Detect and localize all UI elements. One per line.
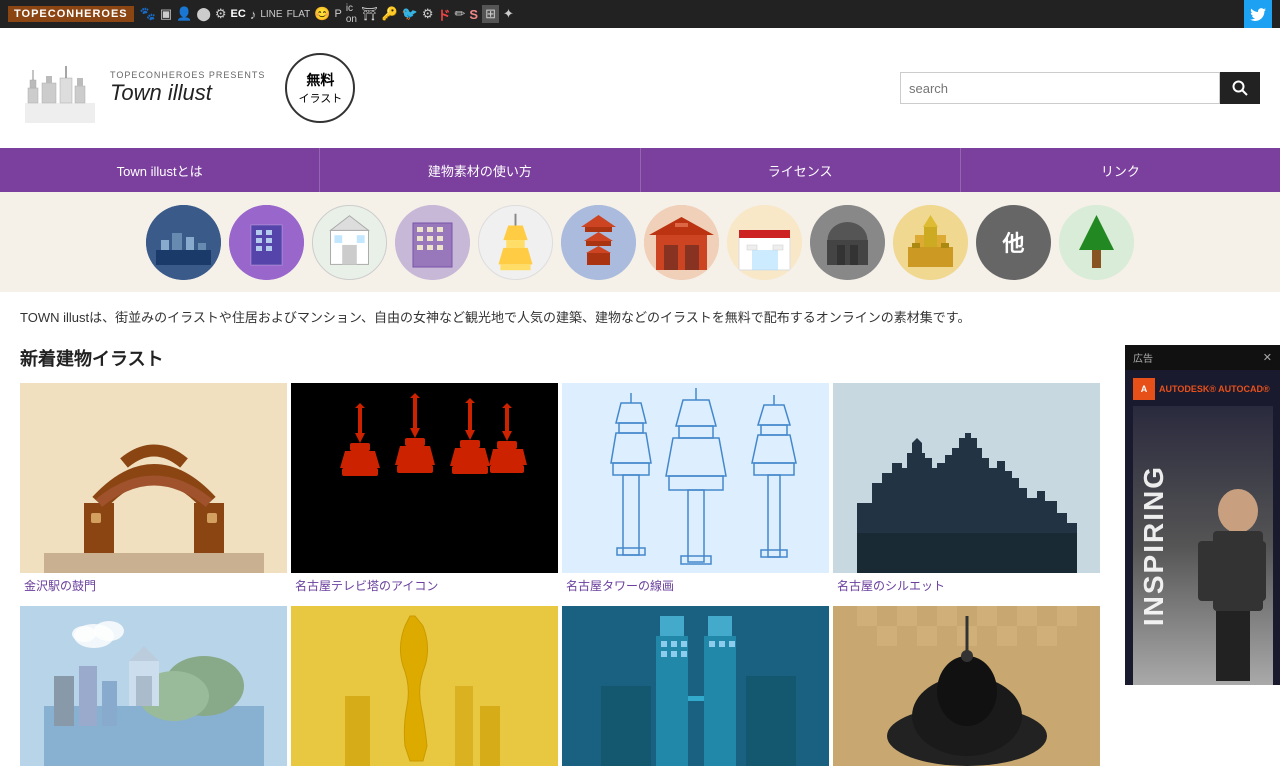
advertisement-sidebar: 広告 ✕ A AUTODESK® AUTOCAD® INSPIRING xyxy=(1125,345,1280,685)
nav-icon-2[interactable]: ▣ xyxy=(160,6,172,22)
cat-temple[interactable] xyxy=(561,205,636,280)
illust-kanazawa[interactable]: 金沢駅の鼓門 xyxy=(20,383,287,602)
nav-icon-4[interactable]: ⬤ xyxy=(196,6,211,22)
cat-city-night[interactable] xyxy=(146,205,221,280)
twitter-button[interactable] xyxy=(1244,0,1272,28)
illust-nagoya-sil-caption: 名古屋のシルエット xyxy=(833,573,1100,602)
cat-shop[interactable] xyxy=(727,205,802,280)
nav-links[interactable]: リンク xyxy=(961,148,1280,192)
badge-text-2: イラスト xyxy=(298,90,342,106)
illust-kanazawa-link[interactable]: 金沢駅の鼓門 xyxy=(24,579,96,593)
nav-icon-star[interactable]: ✦ xyxy=(503,6,514,22)
nav-icon-flat[interactable]: FLAT xyxy=(287,9,311,20)
top-navigation-bar: TOPECONHEROES 🐾 ▣ 👤 ⬤ ⚙ EC ♪ LINE FLAT 😊… xyxy=(0,0,1280,28)
badge-text-1: 無料 xyxy=(306,70,334,90)
cat-tower[interactable] xyxy=(478,205,553,280)
ad-label: 広告 xyxy=(1133,350,1153,365)
nav-icon-line[interactable]: LINE xyxy=(260,9,282,20)
cat-gate[interactable] xyxy=(644,205,719,280)
nav-icon-icon[interactable]: icon xyxy=(346,3,357,25)
main-navigation: Town illustとは 建物素材の使い方 ライセンス リンク xyxy=(0,148,1280,192)
brand-logo[interactable]: TOPECONHEROES xyxy=(8,6,134,22)
nav-icon-pen[interactable]: ✏ xyxy=(455,6,466,22)
illust-kanazawa-caption: 金沢駅の鼓門 xyxy=(20,573,287,602)
illustration-grid: 金沢駅の鼓門 xyxy=(20,383,1100,766)
illust-city3[interactable] xyxy=(562,606,829,766)
nav-icon-3[interactable]: 👤 xyxy=(176,6,192,22)
nav-icon-music[interactable]: ♪ xyxy=(250,7,257,22)
nav-icon-bird[interactable]: 🐦 xyxy=(402,6,418,22)
nav-usage[interactable]: 建物素材の使い方 xyxy=(320,148,640,192)
cat-castle[interactable] xyxy=(893,205,968,280)
nav-license[interactable]: ライセンス xyxy=(641,148,961,192)
cat-white-building[interactable] xyxy=(312,205,387,280)
logo-building-icon xyxy=(20,48,100,128)
logo-main-title: Town illust xyxy=(110,80,265,106)
new-arrivals-section: 新着建物イラスト xyxy=(0,345,1120,766)
illust-nagoya-line[interactable]: 名古屋タワーの線画 xyxy=(562,383,829,602)
logo-area[interactable]: TOPECONHEROES PRESENTS Town illust 無料 イラ… xyxy=(20,48,355,128)
search-button[interactable] xyxy=(1220,72,1260,104)
nav-icon-grid[interactable]: ⊞ xyxy=(482,5,499,23)
illust-nagoya-line-caption: 名古屋タワーの線画 xyxy=(562,573,829,602)
nav-icon-settings[interactable]: ⚙ xyxy=(422,6,434,22)
illust-city1[interactable] xyxy=(20,606,287,766)
cat-dome[interactable] xyxy=(810,205,885,280)
ad-brand-text: AUTODESK® AUTOCAD® xyxy=(1159,384,1270,394)
nav-icon-1[interactable]: 🐾 xyxy=(140,6,156,22)
nav-icon-d[interactable]: ド xyxy=(437,5,450,24)
search-area xyxy=(900,72,1260,104)
nav-icon-ec[interactable]: EC xyxy=(231,8,246,20)
logo-subtitle: TOPECONHEROES PRESENTS xyxy=(110,70,265,80)
nav-icon-5[interactable]: ⚙ xyxy=(215,6,227,22)
illust-nagoya-sil[interactable]: 名古屋のシルエット xyxy=(833,383,1100,602)
ad-close-button[interactable]: ✕ xyxy=(1263,351,1272,364)
nav-icon-emoji[interactable]: 😊 xyxy=(314,6,330,22)
nav-icon-s[interactable]: S xyxy=(469,7,478,22)
illust-nagoya-icon[interactable]: 名古屋テレビ塔のアイコン xyxy=(291,383,558,602)
cat-nature[interactable] xyxy=(1059,205,1134,280)
illust-nagoya-line-link[interactable]: 名古屋タワーの線画 xyxy=(566,579,674,593)
free-badge: 無料 イラスト xyxy=(285,53,355,123)
nav-about[interactable]: Town illustとは xyxy=(0,148,320,192)
new-arrivals-title: 新着建物イラスト xyxy=(20,345,1100,371)
illust-city4[interactable] xyxy=(833,606,1100,766)
site-header: TOPECONHEROES PRESENTS Town illust 無料 イラ… xyxy=(0,28,1280,148)
nav-icon-key[interactable]: 🔑 xyxy=(381,6,397,22)
illust-city2[interactable] xyxy=(291,606,558,766)
logo-text-area: TOPECONHEROES PRESENTS Town illust xyxy=(110,70,265,106)
ad-brand-logo: A AUTODESK® AUTOCAD® xyxy=(1133,378,1272,400)
cat-modern-building[interactable] xyxy=(229,205,304,280)
category-circles: 他 xyxy=(0,192,1280,292)
nav-icon-shrine[interactable]: ⛩ xyxy=(361,6,378,22)
illust-nagoya-icon-caption: 名古屋テレビ塔のアイコン xyxy=(291,573,558,602)
search-input[interactable] xyxy=(900,72,1220,104)
site-description: TOWN illustは、街並みのイラストや住居およびマンション、自由の女神など… xyxy=(0,292,1280,345)
search-icon xyxy=(1232,80,1248,96)
ad-tagline: INSPIRING xyxy=(1138,465,1170,626)
illust-nagoya-sil-link[interactable]: 名古屋のシルエット xyxy=(837,579,945,593)
cat-other[interactable]: 他 xyxy=(976,205,1051,280)
cat-hotel[interactable] xyxy=(395,205,470,280)
illust-nagoya-icon-link[interactable]: 名古屋テレビ塔のアイコン xyxy=(295,579,438,593)
nav-icon-p[interactable]: P xyxy=(334,8,341,20)
top-nav-icons: 🐾 ▣ 👤 ⬤ ⚙ EC ♪ LINE FLAT 😊 P icon ⛩ 🔑 🐦 … xyxy=(140,3,514,25)
